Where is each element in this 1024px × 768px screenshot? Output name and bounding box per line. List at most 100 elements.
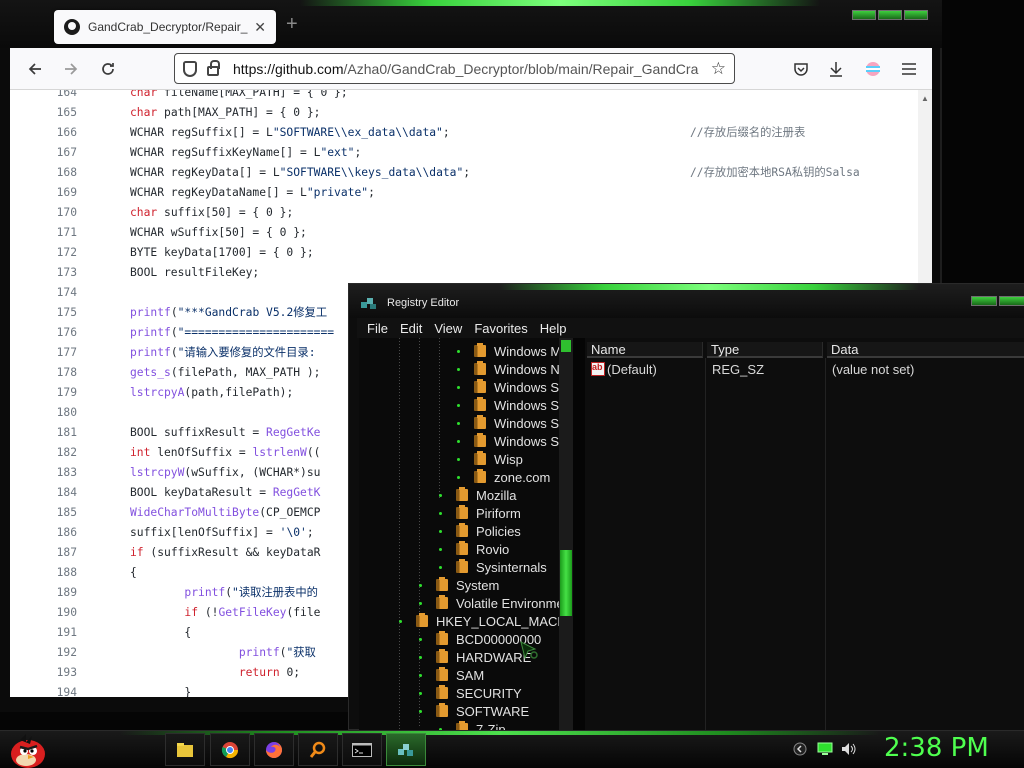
- regedit-titlebar[interactable]: Registry Editor: [349, 284, 1024, 318]
- maximize-button[interactable]: [878, 10, 902, 20]
- line-number[interactable]: 183: [10, 466, 77, 479]
- value-name[interactable]: (Default): [607, 362, 657, 377]
- line-number[interactable]: 190: [10, 606, 77, 619]
- line-number[interactable]: 187: [10, 546, 77, 559]
- line-number[interactable]: 180: [10, 406, 77, 419]
- menu-file[interactable]: File: [367, 321, 388, 336]
- pane-splitter[interactable]: [573, 338, 585, 731]
- expand-dot-icon[interactable]: [439, 547, 442, 551]
- line-number[interactable]: 166: [10, 126, 77, 139]
- line-number[interactable]: 192: [10, 646, 77, 659]
- tree-node[interactable]: Policies: [439, 522, 521, 540]
- scroll-thumb[interactable]: [560, 550, 572, 616]
- line-number[interactable]: 173: [10, 266, 77, 279]
- line-number[interactable]: 184: [10, 486, 77, 499]
- line-number[interactable]: 172: [10, 246, 77, 259]
- column-type-header[interactable]: Type: [707, 342, 823, 358]
- minimize-button[interactable]: [852, 10, 876, 20]
- tree-node[interactable]: SECURITY: [419, 684, 522, 702]
- taskbar-cmd[interactable]: [342, 733, 382, 766]
- tree-node[interactable]: zone.com: [457, 468, 550, 486]
- menu-favorites[interactable]: Favorites: [474, 321, 527, 336]
- menu-icon[interactable]: [898, 58, 920, 80]
- scroll-up-button[interactable]: [561, 340, 571, 352]
- line-number[interactable]: 167: [10, 146, 77, 159]
- expand-dot-icon[interactable]: [457, 475, 460, 479]
- line-number[interactable]: 182: [10, 446, 77, 459]
- pocket-icon[interactable]: [790, 58, 812, 80]
- expand-dot-icon[interactable]: [439, 493, 442, 497]
- line-number[interactable]: 174: [10, 286, 77, 299]
- expand-dot-icon[interactable]: [419, 583, 422, 587]
- expand-dot-icon[interactable]: [419, 709, 422, 713]
- expand-dot-icon[interactable]: [419, 673, 422, 677]
- expand-dot-icon[interactable]: [457, 421, 460, 425]
- tree-node[interactable]: SOFTWARE: [419, 702, 529, 720]
- browser-tab[interactable]: GandCrab_Decryptor/Repair_Ga ✕: [54, 10, 276, 44]
- expand-dot-icon[interactable]: [457, 367, 460, 371]
- account-icon[interactable]: [862, 58, 884, 80]
- tray-back-icon[interactable]: [792, 738, 808, 760]
- volume-icon[interactable]: [840, 738, 858, 760]
- column-data-header[interactable]: Data: [827, 342, 1024, 358]
- line-number[interactable]: 185: [10, 506, 77, 519]
- expand-dot-icon[interactable]: [457, 403, 460, 407]
- line-number[interactable]: 170: [10, 206, 77, 219]
- url-text[interactable]: https://github.com/Azha0/GandCrab_Decryp…: [233, 61, 705, 77]
- column-name-header[interactable]: Name: [587, 342, 703, 358]
- star-icon[interactable]: ☆: [711, 59, 726, 79]
- tree-node[interactable]: Windows Sea: [457, 414, 573, 432]
- regedit-maximize-button[interactable]: [999, 296, 1024, 306]
- network-icon[interactable]: [816, 738, 834, 760]
- new-tab-button[interactable]: +: [286, 14, 298, 34]
- expand-dot-icon[interactable]: [457, 457, 460, 461]
- line-number[interactable]: 194: [10, 686, 77, 698]
- tree-node[interactable]: Windows Scr: [457, 378, 570, 396]
- expand-dot-icon[interactable]: [419, 691, 422, 695]
- taskbar-clock[interactable]: 2:38 PM: [884, 733, 1014, 765]
- shield-icon[interactable]: [183, 60, 197, 77]
- regedit-minimize-button[interactable]: [971, 296, 997, 306]
- expand-dot-icon[interactable]: [399, 619, 402, 623]
- expand-dot-icon[interactable]: [419, 601, 422, 605]
- line-number[interactable]: 181: [10, 426, 77, 439]
- menu-edit[interactable]: Edit: [400, 321, 422, 336]
- line-number[interactable]: 188: [10, 566, 77, 579]
- tree-node[interactable]: Windows Side: [457, 432, 573, 450]
- close-button[interactable]: [904, 10, 928, 20]
- tree-node[interactable]: SAM: [419, 666, 484, 684]
- line-number[interactable]: 191: [10, 626, 77, 639]
- expand-dot-icon[interactable]: [457, 385, 460, 389]
- start-button[interactable]: [6, 732, 50, 768]
- line-number[interactable]: 186: [10, 526, 77, 539]
- tree-node[interactable]: Volatile Environment: [419, 594, 573, 612]
- tree-node[interactable]: Windows Scr: [457, 396, 570, 414]
- line-number[interactable]: 176: [10, 326, 77, 339]
- menu-view[interactable]: View: [434, 321, 462, 336]
- tree-node[interactable]: HKEY_LOCAL_MACHIN: [399, 612, 573, 630]
- back-icon[interactable]: [22, 56, 48, 82]
- tree-node[interactable]: Windows NT: [457, 360, 568, 378]
- expand-dot-icon[interactable]: [419, 637, 422, 641]
- tree-node[interactable]: Wisp: [457, 450, 523, 468]
- line-number[interactable]: 178: [10, 366, 77, 379]
- expand-dot-icon[interactable]: [439, 529, 442, 533]
- taskbar-chrome[interactable]: [210, 733, 250, 766]
- expand-dot-icon[interactable]: [439, 565, 442, 569]
- menu-help[interactable]: Help: [540, 321, 567, 336]
- line-number[interactable]: 189: [10, 586, 77, 599]
- tree-node[interactable]: System: [419, 576, 499, 594]
- tree-node[interactable]: Piriform: [439, 504, 521, 522]
- line-number[interactable]: 179: [10, 386, 77, 399]
- expand-dot-icon[interactable]: [439, 511, 442, 515]
- tree-node[interactable]: Mozilla: [439, 486, 516, 504]
- address-bar[interactable]: https://github.com/Azha0/GandCrab_Decryp…: [174, 53, 735, 84]
- expand-dot-icon[interactable]: [419, 655, 422, 659]
- expand-dot-icon[interactable]: [457, 439, 460, 443]
- line-number[interactable]: 165: [10, 106, 77, 119]
- line-number[interactable]: 168: [10, 166, 77, 179]
- reload-icon[interactable]: [95, 56, 121, 82]
- lock-icon[interactable]: [207, 60, 220, 76]
- forward-icon[interactable]: [58, 56, 84, 82]
- tree-scrollbar[interactable]: [559, 338, 573, 731]
